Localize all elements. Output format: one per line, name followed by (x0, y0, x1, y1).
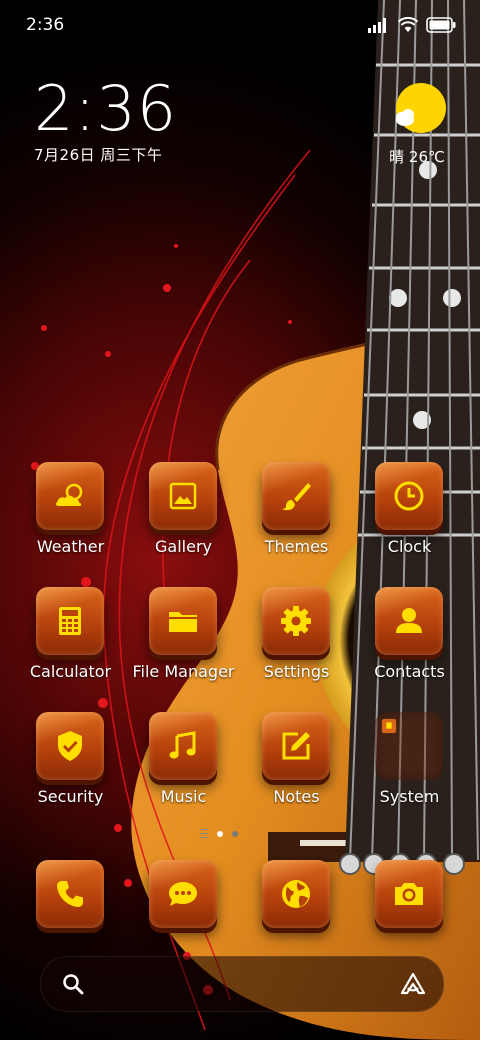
app-notes[interactable]: Notes (240, 712, 353, 822)
search-input[interactable] (97, 969, 381, 1001)
app-label: Settings (263, 662, 330, 681)
app-tile (149, 860, 217, 928)
weather-icon (56, 483, 83, 506)
page-dot (232, 830, 238, 837)
battery-icon (426, 17, 456, 33)
folder-icon (169, 612, 197, 632)
app-gallery[interactable]: Gallery (127, 462, 240, 572)
app-label: System (379, 787, 440, 806)
folder-tile (375, 712, 443, 780)
list-icon (200, 829, 208, 838)
status-icons (368, 14, 456, 36)
app-tile (375, 587, 443, 655)
app-tile (149, 462, 217, 530)
app-label: Contacts (374, 662, 445, 681)
app-tile (149, 712, 217, 780)
browser-icon (282, 880, 310, 908)
app-label: Weather (36, 537, 105, 556)
app-tile (375, 462, 443, 530)
app-tile (36, 860, 104, 928)
calculator-icon (59, 607, 81, 635)
dock-phone[interactable] (14, 860, 127, 936)
status-bar: 2:36 (0, 0, 480, 50)
dock-camera[interactable] (353, 860, 466, 936)
shield-icon (58, 731, 82, 761)
brush-icon (282, 483, 311, 511)
app-label: Notes (273, 787, 320, 806)
message-icon (169, 882, 197, 906)
app-calculator[interactable]: Calculator (14, 587, 127, 697)
person-icon (396, 608, 422, 633)
status-time: 2:36 (26, 15, 65, 35)
search-bar[interactable] (40, 956, 444, 1012)
signal-icon (368, 18, 386, 33)
app-clock[interactable]: Clock (353, 462, 466, 572)
search-icon (63, 974, 84, 995)
app-system[interactable]: System (353, 712, 466, 822)
app-file-manager[interactable]: File Manager (127, 587, 240, 697)
app-weather[interactable]: Weather (14, 462, 127, 572)
app-settings[interactable]: Settings (240, 587, 353, 697)
wifi-icon (398, 17, 418, 32)
app-tile (36, 587, 104, 655)
phone-icon (57, 881, 83, 907)
dock-messages[interactable] (127, 860, 240, 936)
music-icon (169, 731, 196, 759)
app-label: Themes (264, 537, 329, 556)
app-label: Gallery (155, 537, 212, 556)
app-label: Calculator (29, 662, 112, 681)
app-tile (262, 587, 330, 655)
app-tile (36, 712, 104, 780)
assistant-icon[interactable] (399, 971, 427, 997)
app-tile (262, 712, 330, 780)
edit-icon (282, 732, 310, 760)
weather-text: 晴 26℃ (389, 148, 445, 166)
page-dot-active (217, 830, 223, 837)
gallery-icon (169, 482, 197, 510)
weather-widget[interactable]: 晴 26℃ (384, 82, 450, 167)
widget-time: 2:36 (34, 72, 178, 145)
folder-group-icon (381, 718, 397, 734)
app-tile (375, 860, 443, 928)
app-music[interactable]: Music (127, 712, 240, 822)
app-label: File Manager (132, 662, 235, 681)
app-label: Security (37, 787, 104, 806)
dock-browser[interactable] (240, 860, 353, 936)
app-tile (262, 860, 330, 928)
widget-date: 7月26日 周三下午 (34, 146, 163, 164)
app-label: Clock (387, 537, 432, 556)
sunny-cloud-icon (396, 83, 446, 133)
app-label: Music (160, 787, 207, 806)
clock-icon (394, 481, 424, 511)
app-tile (36, 462, 104, 530)
app-tile (262, 462, 330, 530)
app-security[interactable]: Security (14, 712, 127, 822)
camera-icon (395, 883, 423, 905)
app-contacts[interactable]: Contacts (353, 587, 466, 697)
app-themes[interactable]: Themes (240, 462, 353, 572)
app-tile (149, 587, 217, 655)
page-indicator[interactable] (200, 829, 238, 838)
gear-icon (281, 606, 311, 636)
clock-widget[interactable]: 2:36 7月26日 周三下午 (34, 76, 177, 165)
